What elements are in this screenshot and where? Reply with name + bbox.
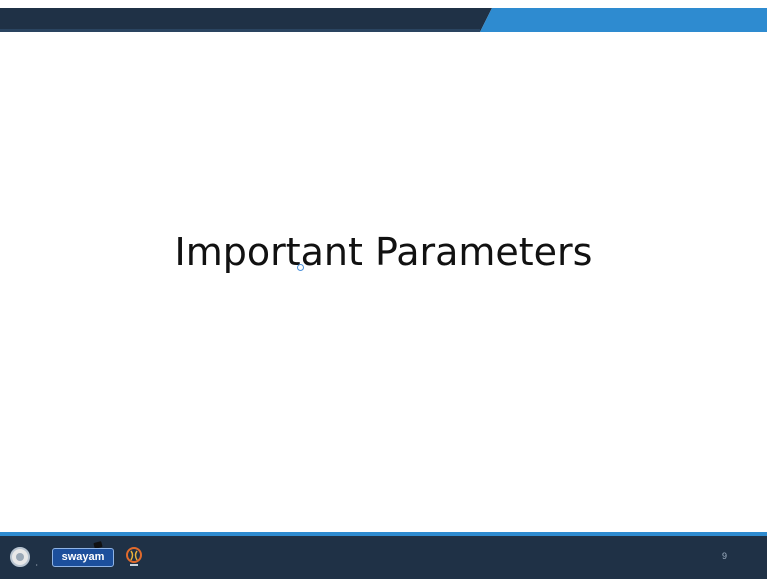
top-band-accent (480, 8, 767, 32)
top-header-band (0, 0, 767, 32)
institute-seal-logo (10, 547, 30, 567)
top-band-shadow (0, 29, 480, 32)
slide-page-number: 9 (722, 551, 728, 561)
slide-title: Important Parameters (174, 230, 593, 274)
top-band-dark (0, 8, 492, 32)
footer-bar: • swayam 9 (0, 536, 767, 579)
slide: Important Parameters • swayam 9 (0, 0, 767, 579)
swayam-logo: swayam (52, 548, 114, 567)
nptel-logo (126, 547, 142, 566)
seal-caption: • (36, 562, 38, 567)
pointer-cursor (297, 264, 304, 271)
